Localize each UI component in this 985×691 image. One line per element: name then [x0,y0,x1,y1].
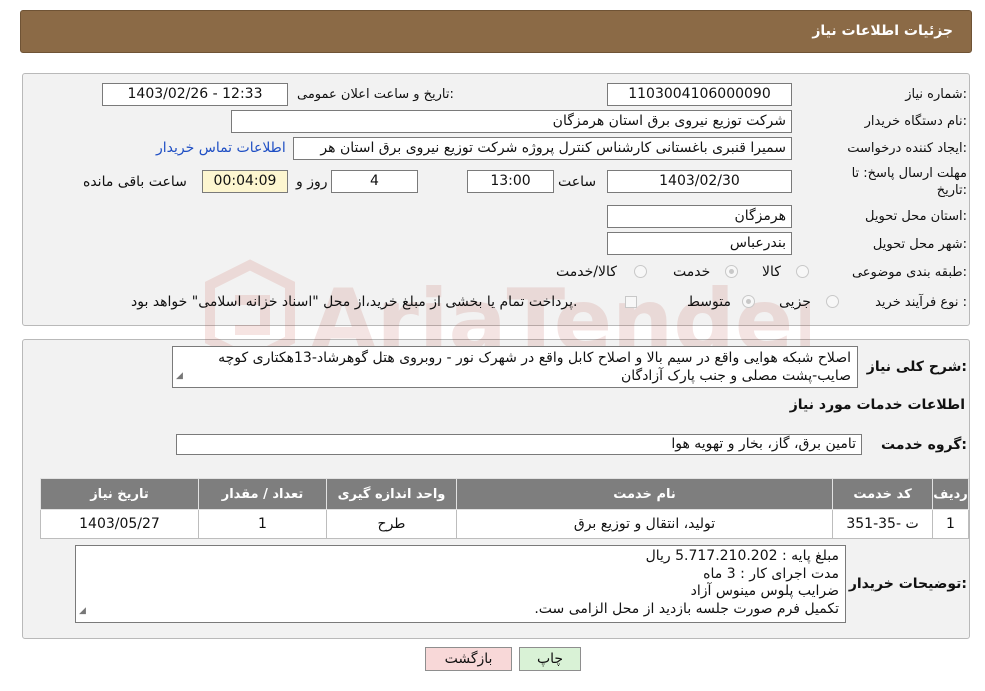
city-field[interactable]: بندرعباس [607,232,792,255]
process-radio-medium[interactable] [742,295,755,308]
category-label: طبقه بندی موضوعی: [851,265,967,280]
buyer-note-line: مبلغ پایه : 5.717.210.202 ریال [645,548,839,564]
category-radio-goods[interactable] [796,265,809,278]
services-section-title: اطلاعات خدمات مورد نیاز [789,397,965,413]
description-textarea[interactable]: اصلاح شبکه هوایی واقع در سیم بالا و اصلا… [172,346,858,388]
page-title: جزئیات اطلاعات نیاز [812,23,953,39]
province-label: استان محل تحویل: [865,209,967,224]
description-label: شرح کلی نیاز: [866,359,967,375]
buyer-note-line: تکمیل فرم صورت جلسه بازدید از محل الزامی… [534,600,839,617]
table-cell: تولید، انتقال و توزیع برق [456,509,833,539]
table-cell: ت -35-351 [832,509,933,539]
deadline-time-field[interactable]: 13:00 [467,170,554,193]
days-label: روز و [296,174,328,190]
treasury-payment-note: پرداخت تمام یا بخشی از مبلغ خرید،از محل … [131,294,578,310]
process-option-minor: جزیی [779,294,811,310]
deadline-label-date: تاریخ: [936,183,967,198]
table-header-row: ردیف کد خدمت نام خدمت واحد اندازه گیری ت… [40,478,969,510]
table-cell: 1 [198,509,327,539]
buyer-note-line: ضرایب پلوس مینوس آزاد [690,583,839,599]
category-radio-service[interactable] [725,265,738,278]
resize-grip-icon[interactable]: ◢ [176,367,183,385]
category-option-goods-service: کالا/خدمت [556,264,617,280]
deadline-date-field[interactable]: 1403/02/30 [607,170,792,193]
creator-label: ایجاد کننده درخواست: [847,141,967,156]
service-group-field[interactable]: تامین برق، گاز، بخار و تهویه هوا [176,434,862,455]
process-label: نوع فرآیند خرید : [875,295,967,310]
deadline-label: مهلت ارسال پاسخ: تا [851,166,967,181]
category-option-goods: کالا [762,264,781,280]
buyer-contact-link[interactable]: اطلاعات تماس خریدار [156,140,286,156]
announce-datetime-field[interactable]: 1403/02/26 - 12:33 [102,83,288,106]
column-header: تعداد / مقدار [198,478,327,510]
need-number-field[interactable]: 1103004106000090 [607,83,792,106]
days-field[interactable]: 4 [331,170,418,193]
province-field[interactable]: هرمزگان [607,205,792,228]
remaining-label: ساعت باقی مانده [83,174,187,190]
column-header: کد خدمت [832,478,933,510]
buyer-org-field[interactable]: شرکت توزیع نیروی برق استان هرمزگان [231,110,792,133]
deadline-time-label: ساعت [558,174,597,190]
column-header: تاریخ نیاز [40,478,199,510]
table-cell: 1 [932,509,969,539]
buyer-notes-label: توضیحات خریدار: [848,576,967,592]
buyer-org-label: نام دستگاه خریدار: [864,114,967,129]
process-radio-minor[interactable] [826,295,839,308]
need-number-label: شماره نیاز: [905,87,967,102]
service-group-label: گروه خدمت: [881,437,967,453]
city-label: شهر محل تحویل: [872,237,967,252]
table-cell: طرح [326,509,457,539]
treasury-payment-checkbox[interactable] [625,296,637,308]
table-cell: 1403/05/27 [40,509,199,539]
column-header: واحد اندازه گیری [326,478,457,510]
services-table: ردیف کد خدمت نام خدمت واحد اندازه گیری ت… [40,478,969,539]
remaining-time-field: 00:04:09 [202,170,288,193]
description-text: اصلاح شبکه هوایی واقع در سیم بالا و اصلا… [218,350,851,384]
resize-grip-icon[interactable]: ◢ [79,603,86,621]
process-option-medium: متوسط [687,294,731,310]
column-header: ردیف [932,478,969,510]
column-header: نام خدمت [456,478,833,510]
print-button[interactable]: چاپ [519,647,581,671]
buyer-notes-textarea[interactable]: مبلغ پایه : 5.717.210.202 ریال مدت اجرای… [75,545,846,623]
announce-label: تاریخ و ساعت اعلان عمومی: [297,87,454,102]
table-row[interactable]: 1 ت -35-351 تولید، انتقال و توزیع برق طر… [40,509,969,539]
creator-field[interactable]: سمیرا قنبری باغستانی کارشناس کنترل پروژه… [293,137,792,160]
page-header: جزئیات اطلاعات نیاز [20,10,972,53]
category-option-service: خدمت [673,264,711,280]
category-radio-goods-service[interactable] [634,265,647,278]
back-button[interactable]: بازگشت [425,647,512,671]
buyer-note-line: مدت اجرای کار : 3 ماه [703,565,839,582]
